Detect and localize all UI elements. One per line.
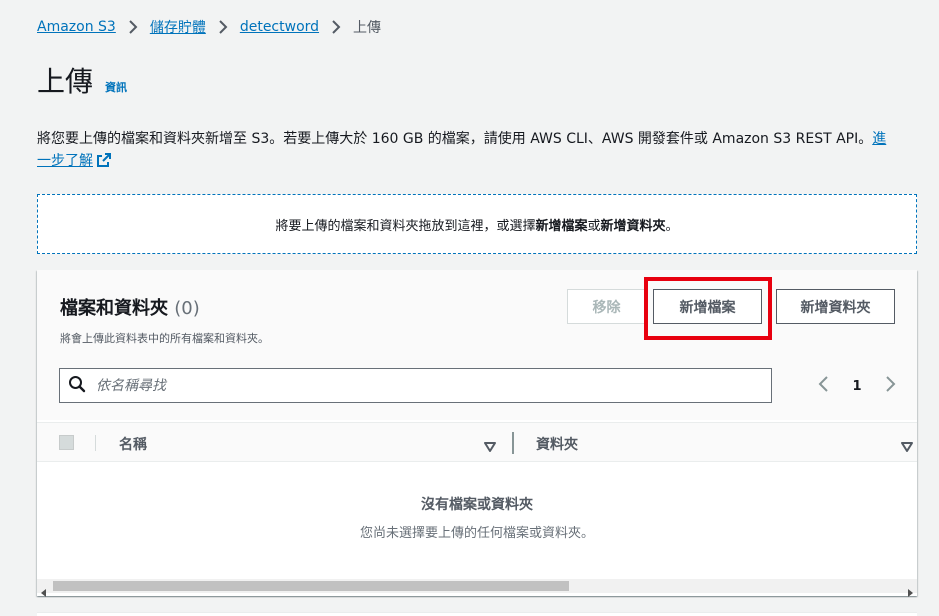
chevron-right-icon: [331, 20, 341, 34]
chevron-right-icon: [128, 20, 138, 34]
breadcrumb-buckets[interactable]: 儲存貯體: [150, 17, 206, 37]
dropzone-text: 將要上傳的檔案和資料夾拖放到這裡，或選擇新增檔案或新增資料夾。: [275, 215, 678, 234]
dropzone-text-before: 將要上傳的檔案和資料夾拖放到這裡，或選擇: [275, 218, 536, 234]
add-folder-button[interactable]: 新增資料夾: [776, 289, 895, 324]
scroll-left-icon[interactable]: [41, 582, 47, 601]
add-files-button[interactable]: 新增檔案: [653, 289, 762, 324]
select-all-checkbox[interactable]: [59, 435, 74, 450]
pagination: 1: [817, 374, 897, 398]
column-header-folder[interactable]: 資料夾: [536, 434, 578, 454]
drop-zone[interactable]: 將要上傳的檔案和資料夾拖放到這裡，或選擇新增檔案或新增資料夾。: [37, 194, 917, 254]
table-header: 名稱 資料夾: [37, 422, 917, 462]
horizontal-scrollbar[interactable]: [37, 579, 917, 597]
page-number[interactable]: 1: [852, 379, 861, 394]
sort-caret-icon[interactable]: [484, 437, 496, 456]
page-description: 將您要上傳的檔案和資料夾新增至 S3。若要上傳大於 160 GB 的檔案，請使用…: [37, 128, 897, 174]
column-header-name[interactable]: 名稱: [119, 434, 147, 454]
breadcrumb-bucket-detectword[interactable]: detectword: [240, 19, 319, 35]
chevron-left-icon[interactable]: [817, 375, 829, 397]
empty-state-description: 您尚未選擇要上傳的任何檔案或資料夾。: [359, 526, 594, 541]
scrollbar-thumb[interactable]: [53, 581, 569, 591]
dropzone-add-files: 新增檔案: [535, 218, 588, 234]
page-title: 上傳: [37, 65, 94, 98]
description-text: 將您要上傳的檔案和資料夾新增至 S3。若要上傳大於 160 GB 的檔案，請使用…: [37, 131, 873, 147]
chevron-right-icon[interactable]: [885, 375, 897, 397]
search-field[interactable]: [59, 368, 772, 403]
files-folders-panel: 檔案和資料夾 (0) 將會上傳此資料表中的所有檔案和資料夾。 移除 新增檔案 新…: [37, 270, 917, 597]
column-divider: [95, 435, 96, 451]
external-link-icon: [97, 152, 111, 174]
sort-caret-icon[interactable]: [901, 437, 913, 456]
panel-title-text: 檔案和資料夾: [60, 298, 168, 319]
page-header: 上傳 資訊: [37, 60, 127, 100]
breadcrumb: Amazon S3 儲存貯體 detectword 上傳: [37, 16, 381, 38]
breadcrumb-amazon-s3[interactable]: Amazon S3: [37, 19, 116, 35]
empty-state-title: 沒有檔案或資料夾: [421, 497, 533, 513]
chevron-right-icon: [218, 20, 228, 34]
panel-description: 將會上傳此資料表中的所有檔案和資料夾。: [60, 332, 269, 345]
scroll-right-icon[interactable]: [907, 582, 913, 601]
info-link[interactable]: 資訊: [105, 79, 127, 95]
dropzone-add-folder: 新增資料夾: [600, 218, 666, 234]
search-icon: [68, 375, 86, 397]
panel-title: 檔案和資料夾 (0): [60, 294, 200, 320]
remove-button[interactable]: 移除: [567, 289, 646, 324]
panel-count: (0): [174, 298, 200, 319]
search-input[interactable]: [96, 377, 696, 394]
dropzone-or: 或: [587, 218, 601, 234]
next-panel-edge: [37, 612, 917, 616]
breadcrumb-current: 上傳: [353, 20, 382, 36]
column-resizer[interactable]: [512, 432, 514, 454]
dropzone-text-after: 。: [665, 218, 679, 234]
